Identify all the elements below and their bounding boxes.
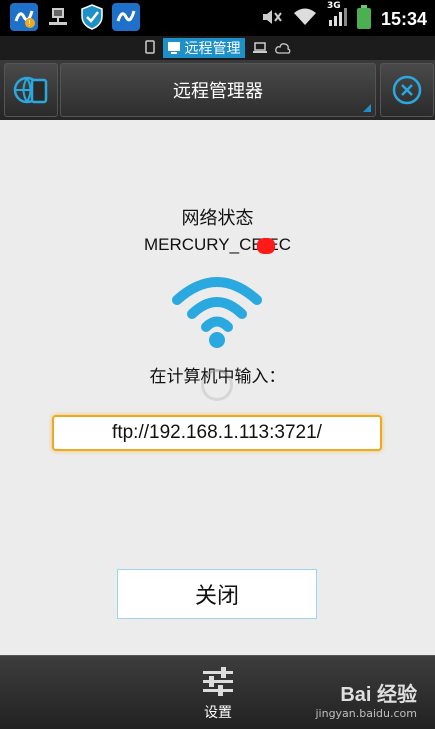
- wifi-icon: [172, 272, 262, 356]
- cell-signal-icon: 3G: [327, 1, 347, 32]
- toolbar-title: 远程管理器: [173, 81, 263, 102]
- clock: 15:34: [380, 8, 427, 29]
- tab-remote-manager[interactable]: 远程管理: [162, 38, 245, 58]
- mute-icon: [261, 7, 283, 31]
- globe-device-icon: [13, 76, 48, 104]
- wifi-signal-icon: [293, 7, 317, 31]
- tab-label: 远程管理: [184, 41, 241, 57]
- window-tab-strip: 远程管理: [0, 36, 435, 60]
- close-window-button[interactable]: [380, 63, 434, 117]
- loading-spinner-icon: [201, 369, 233, 401]
- toolbar: 远程管理器: [0, 60, 435, 120]
- settings-sliders-icon: [203, 667, 233, 696]
- cloud-tab-icon[interactable]: [274, 39, 291, 58]
- app-update-icon: !: [10, 3, 38, 31]
- redaction-mark: [257, 238, 275, 254]
- settings-label: 设置: [204, 705, 232, 721]
- settings-button[interactable]: 设置: [190, 666, 246, 726]
- network-type-label: 3G: [326, 1, 341, 11]
- baidu-jingyan-watermark: Bai 经验 jingyan.baidu.com: [315, 678, 417, 720]
- window-selector[interactable]: 远程管理器: [60, 63, 376, 117]
- ftp-address-text: ftp://192.168.1.113:3721/: [112, 422, 322, 443]
- laptop-tab-icon[interactable]: [252, 39, 267, 58]
- network-status-label: 网络状态: [181, 208, 254, 229]
- shield-icon: [78, 3, 106, 31]
- dropdown-corner-icon: [363, 104, 371, 112]
- network-computer-icon: [44, 3, 72, 31]
- svg-text:!: !: [28, 19, 31, 28]
- battery-icon: [356, 5, 371, 33]
- watermark-main: Bai 经验: [340, 684, 417, 706]
- computer-icon: [167, 42, 180, 54]
- notification-icons: !: [10, 3, 140, 31]
- system-icons: 3G 15:34: [261, 1, 427, 33]
- bottom-bar: 设置 Bai 经验 jingyan.baidu.com: [0, 655, 435, 729]
- close-circle-icon: [392, 75, 422, 105]
- globe-device-button[interactable]: [4, 63, 58, 117]
- network-ssid: MERCURY_CE EC: [143, 235, 292, 254]
- close-button[interactable]: 关闭: [117, 569, 317, 619]
- watermark-sub: jingyan.baidu.com: [315, 707, 417, 720]
- app-update-icon-2: [112, 3, 140, 31]
- close-button-label: 关闭: [194, 584, 239, 609]
- ftp-address-field[interactable]: ftp://192.168.1.113:3721/: [52, 415, 382, 451]
- status-bar: ! 3G 15:34: [0, 0, 435, 36]
- phone-tab-icon[interactable]: [144, 39, 155, 58]
